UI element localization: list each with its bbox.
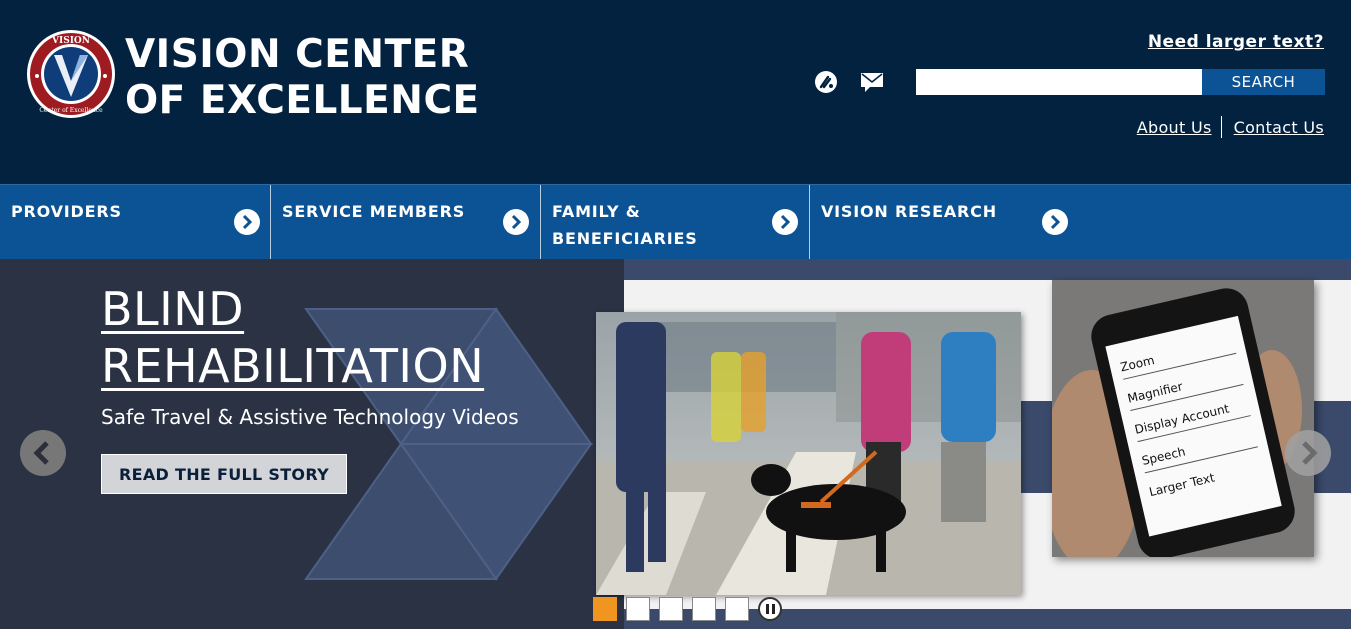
site-header: VISION Center of Excellence VISION CENTE…	[0, 0, 1351, 184]
decorative-band	[624, 259, 1351, 280]
nav-label-line: FAMILY &	[552, 202, 641, 221]
svg-text:Center of Excellence: Center of Excellence	[39, 107, 103, 114]
carousel-dot-3[interactable]	[659, 597, 683, 621]
hero-carousel: BLIND REHABILITATION Safe Travel & Assis…	[0, 259, 1351, 629]
nav-item-label: VISION RESEARCH	[821, 198, 997, 225]
accessibility-icon[interactable]	[812, 68, 840, 96]
carousel-prev-button[interactable]	[20, 430, 66, 476]
nav-label-line: PROVIDERS	[11, 202, 122, 221]
carousel-next-button[interactable]	[1285, 430, 1331, 476]
svg-text:VISION: VISION	[51, 36, 90, 46]
carousel-dot-2[interactable]	[626, 597, 650, 621]
carousel-dot-5[interactable]	[725, 597, 749, 621]
contact-us-link[interactable]: Contact Us	[1234, 118, 1324, 137]
site-brand-title[interactable]: VISION CENTER OF EXCELLENCE	[125, 32, 480, 124]
nav-item-label: PROVIDERS	[11, 198, 122, 225]
vce-seal-logo[interactable]: VISION Center of Excellence	[26, 29, 116, 119]
nav-label-line: VISION RESEARCH	[821, 202, 997, 221]
utility-links: About Us Contact Us	[1137, 116, 1324, 138]
carousel-dot-4[interactable]	[692, 597, 716, 621]
chevron-right-circle-icon	[1042, 209, 1068, 235]
pause-icon[interactable]	[758, 597, 782, 621]
hero-title-line: BLIND	[101, 282, 245, 336]
nav-item-service-members[interactable]: SERVICE MEMBERS	[271, 185, 541, 259]
nav-item-family-beneficiaries[interactable]: FAMILY & BENEFICIARIES	[541, 185, 810, 259]
larger-text-link[interactable]: Need larger text?	[1148, 32, 1324, 52]
brand-line-2: OF EXCELLENCE	[125, 78, 480, 123]
phone-accessibility-image: Zoom Magnifier Display Account Speech La…	[1052, 280, 1314, 557]
chevron-right-circle-icon	[234, 209, 260, 235]
brand-line-1: VISION CENTER	[125, 32, 470, 77]
about-us-link[interactable]: About Us	[1137, 118, 1212, 137]
nav-item-providers[interactable]: PROVIDERS	[0, 185, 271, 259]
nav-item-label: SERVICE MEMBERS	[282, 198, 465, 225]
guide-dog-street-photo	[596, 312, 1021, 595]
chevron-right-circle-icon	[772, 209, 798, 235]
carousel-dot-1[interactable]	[593, 597, 617, 621]
search-button[interactable]: SEARCH	[1202, 69, 1325, 95]
read-full-story-button[interactable]: READ THE FULL STORY	[101, 454, 347, 494]
nav-label-line: SERVICE MEMBERS	[282, 202, 466, 221]
search-input[interactable]	[916, 69, 1202, 95]
email-icon[interactable]	[858, 68, 886, 96]
nav-label-line: BENEFICIARIES	[552, 229, 698, 248]
carousel-indicators	[593, 597, 782, 621]
hero-subtitle: Safe Travel & Assistive Technology Video…	[101, 405, 519, 429]
nav-item-label: FAMILY & BENEFICIARIES	[552, 198, 698, 252]
chevron-right-circle-icon	[503, 209, 529, 235]
nav-item-vision-research[interactable]: VISION RESEARCH	[810, 185, 1080, 259]
main-navigation: PROVIDERS SERVICE MEMBERS FAMILY & BENEF…	[0, 184, 1351, 259]
hero-title-line: REHABILITATION	[101, 339, 485, 393]
link-divider	[1220, 116, 1222, 138]
hero-title[interactable]: BLIND REHABILITATION	[101, 281, 484, 395]
